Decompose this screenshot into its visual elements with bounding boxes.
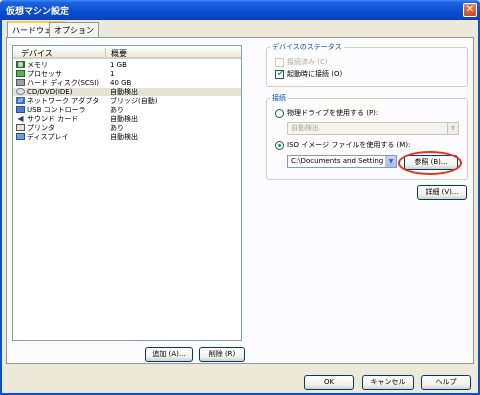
list-header: デバイス 概要 (13, 46, 241, 59)
device-row-hard-disk[interactable]: ハード ディスク(SCSI) 40 GB (13, 79, 241, 87)
column-divider[interactable] (105, 48, 106, 57)
network-adapter-icon: ⇄ (16, 97, 25, 104)
device-row-cd-dvd[interactable]: CD/DVD(IDE) 自動検出 (13, 88, 241, 96)
device-value: あり (110, 124, 124, 132)
device-value: 1 (110, 70, 115, 78)
radio-dot (278, 144, 281, 147)
help-button[interactable]: ヘルプ (421, 375, 471, 390)
device-row-display[interactable]: ディスプレイ 自動検出 (13, 133, 241, 141)
connection-legend: 接続 (270, 93, 288, 103)
chevron-down-icon: ▼ (385, 156, 396, 167)
device-name: ディスプレイ (27, 133, 69, 141)
iso-path-value: C:\Documents and Setting (291, 157, 384, 165)
physical-drive-radio[interactable] (275, 109, 284, 118)
connected-checkbox[interactable] (275, 58, 284, 67)
check-icon: ✔ (277, 69, 284, 78)
device-value: 自動検出 (110, 115, 138, 123)
device-row-usb[interactable]: USB コントローラ あり (13, 106, 241, 114)
device-row-sound[interactable]: ◀ サウンド カード 自動検出 (13, 114, 241, 124)
close-icon: ✕ (465, 4, 475, 15)
device-name: USB コントローラ (27, 106, 86, 114)
cancel-button[interactable]: キャンセル (362, 375, 414, 390)
tab-options[interactable]: オプション (49, 22, 99, 37)
hard-disk-icon (16, 79, 25, 86)
display-icon (16, 133, 25, 140)
usb-icon (16, 106, 25, 113)
device-name: CD/DVD(IDE) (27, 88, 73, 96)
close-button[interactable]: ✕ (463, 3, 477, 17)
header-summary[interactable]: 概要 (111, 48, 127, 59)
device-value: あり (110, 106, 124, 114)
device-name: ハード ディスク(SCSI) (27, 79, 100, 87)
connect-at-power-on-checkbox[interactable]: ✔ (275, 69, 284, 79)
physical-drive-select[interactable]: 自動検出 ▼ (287, 122, 459, 135)
connected-label: 接続済み (C) (287, 58, 328, 66)
device-list[interactable]: デバイス 概要 ▦ メモリ 1 GB プロセッサ 1 ハード ディスク(SCSI… (12, 45, 242, 341)
device-value: 1 GB (110, 61, 127, 69)
cd-dvd-icon (16, 88, 25, 95)
device-row-memory[interactable]: ▦ メモリ 1 GB (13, 61, 241, 69)
sound-card-icon: ◀ (17, 114, 24, 123)
printer-icon (16, 124, 25, 131)
window-title: 仮想マシン設定 (6, 7, 70, 17)
physical-drive-label: 物理ドライブを使用する (P): (287, 109, 379, 117)
device-value: 自動検出 (110, 133, 138, 141)
device-status-legend: デバイスのステータス (270, 42, 344, 52)
device-name: ネットワーク アダプタ (27, 97, 100, 105)
device-row-network[interactable]: ⇄ ネットワーク アダプタ ブリッジ(自動) (13, 97, 241, 105)
advanced-button[interactable]: 詳細 (V)... (417, 185, 467, 200)
remove-button[interactable]: 削除 (R) (199, 347, 245, 362)
device-status-group (266, 47, 468, 87)
device-name: サウンド カード (27, 115, 79, 123)
iso-image-radio[interactable] (275, 141, 284, 150)
chevron-down-icon: ▼ (447, 123, 458, 134)
highlight-ring (398, 151, 462, 175)
device-row-processor[interactable]: プロセッサ 1 (13, 70, 241, 78)
tab-options-label: オプション (54, 26, 94, 35)
title-bar: 仮想マシン設定 (0, 0, 480, 20)
device-name: メモリ (27, 61, 48, 69)
add-button[interactable]: 追加 (A)... (145, 347, 193, 362)
header-device[interactable]: デバイス (21, 48, 53, 59)
iso-image-label: ISO イメージ ファイルを使用する (M): (287, 141, 411, 149)
processor-icon (16, 70, 25, 77)
memory-icon: ▦ (16, 61, 25, 68)
device-name: プリンタ (27, 124, 55, 132)
device-row-printer[interactable]: プリンタ あり (13, 124, 241, 132)
ok-button[interactable]: OK (304, 375, 354, 390)
device-value: 40 GB (110, 79, 132, 87)
device-value: ブリッジ(自動) (110, 97, 158, 105)
device-value: 自動検出 (110, 88, 138, 96)
device-name: プロセッサ (27, 70, 62, 78)
iso-path-combo[interactable]: C:\Documents and Setting ▼ (287, 155, 397, 168)
connect-at-power-on-label: 起動時に接続 (O) (287, 70, 343, 78)
physical-drive-value: 自動検出 (291, 124, 319, 132)
